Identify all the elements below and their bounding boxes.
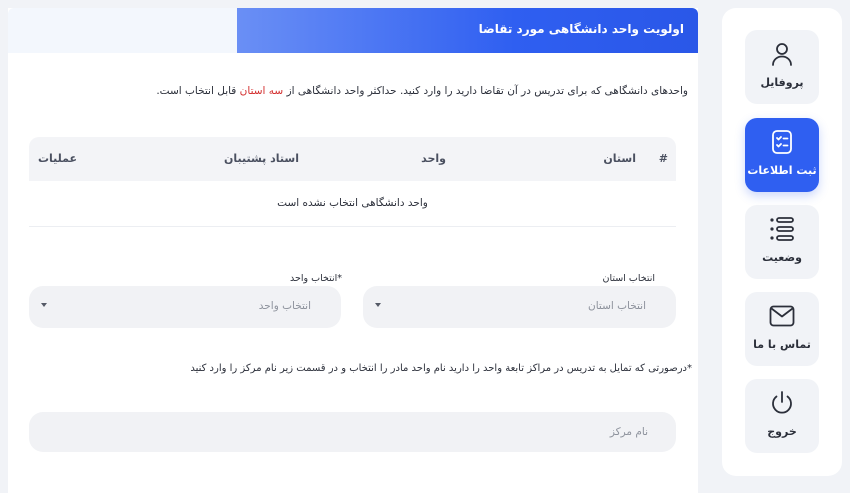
chevron-down-icon	[375, 303, 381, 307]
column-province: استان	[603, 152, 636, 165]
table-header: # استان واحد استاد پشتیبان عملیات	[29, 137, 676, 181]
table-empty-row: واحد دانشگاهی انتخاب نشده است	[29, 181, 676, 227]
unit-select-value: انتخاب واحد	[258, 300, 311, 312]
province-label: انتخاب استان	[602, 273, 655, 284]
sidebar-item-label: پروفایل	[760, 76, 804, 89]
sidebar-item-label: خروج	[767, 425, 797, 438]
user-icon	[771, 40, 793, 68]
clipboard-list-icon	[771, 128, 793, 156]
main-card: اولویت واحد دانشگاهی مورد تقاضا واحدهای …	[8, 8, 698, 493]
sidebar: پروفایل ثبت اطلاعات وضعیت تماس با ما خرو…	[722, 8, 842, 476]
sidebar-item-status[interactable]: وضعیت	[745, 205, 819, 279]
column-supervisor: استاد پشتیبان	[224, 152, 299, 165]
sidebar-item-label: تماس با ما	[753, 338, 811, 351]
sidebar-item-contact[interactable]: تماس با ما	[745, 292, 819, 366]
intro-text-end: قابل انتخاب است.	[156, 85, 240, 97]
units-table: # استان واحد استاد پشتیبان عملیات واحد د…	[29, 137, 676, 227]
province-select[interactable]: انتخاب استان	[363, 286, 676, 328]
sidebar-item-label: وضعیت	[762, 251, 802, 264]
card-header-spacer	[8, 8, 237, 53]
intro-text-start: واحدهای دانشگاهی که برای تدریس در آن تقا…	[283, 85, 688, 97]
chevron-down-icon	[41, 303, 47, 307]
intro-highlight: سه استان	[239, 85, 284, 97]
page-title: اولویت واحد دانشگاهی مورد تقاضا	[478, 22, 684, 36]
sidebar-item-register[interactable]: ثبت اطلاعات	[745, 118, 819, 192]
card-header: اولویت واحد دانشگاهی مورد تقاضا	[237, 8, 698, 53]
sidebar-item-label: ثبت اطلاعات	[747, 164, 817, 177]
center-note: *درصورتی که تمایل به تدریس در مراکز تابع…	[190, 363, 692, 374]
sidebar-item-profile[interactable]: پروفایل	[745, 30, 819, 104]
intro-text: واحدهای دانشگاهی که برای تدریس در آن تقا…	[156, 85, 688, 97]
sidebar-item-logout[interactable]: خروج	[745, 379, 819, 453]
province-select-value: انتخاب استان	[587, 300, 646, 312]
table-empty-text: واحد دانشگاهی انتخاب نشده است	[277, 197, 428, 209]
unit-label: *انتخاب واحد	[290, 273, 342, 284]
list-icon	[769, 215, 795, 243]
column-index: #	[658, 152, 668, 165]
center-name-input[interactable]	[29, 412, 676, 452]
unit-select[interactable]: انتخاب واحد	[29, 286, 341, 328]
column-actions: عملیات	[38, 152, 78, 165]
power-icon	[770, 389, 794, 417]
column-unit: واحد	[421, 152, 446, 165]
mail-icon	[769, 302, 795, 330]
